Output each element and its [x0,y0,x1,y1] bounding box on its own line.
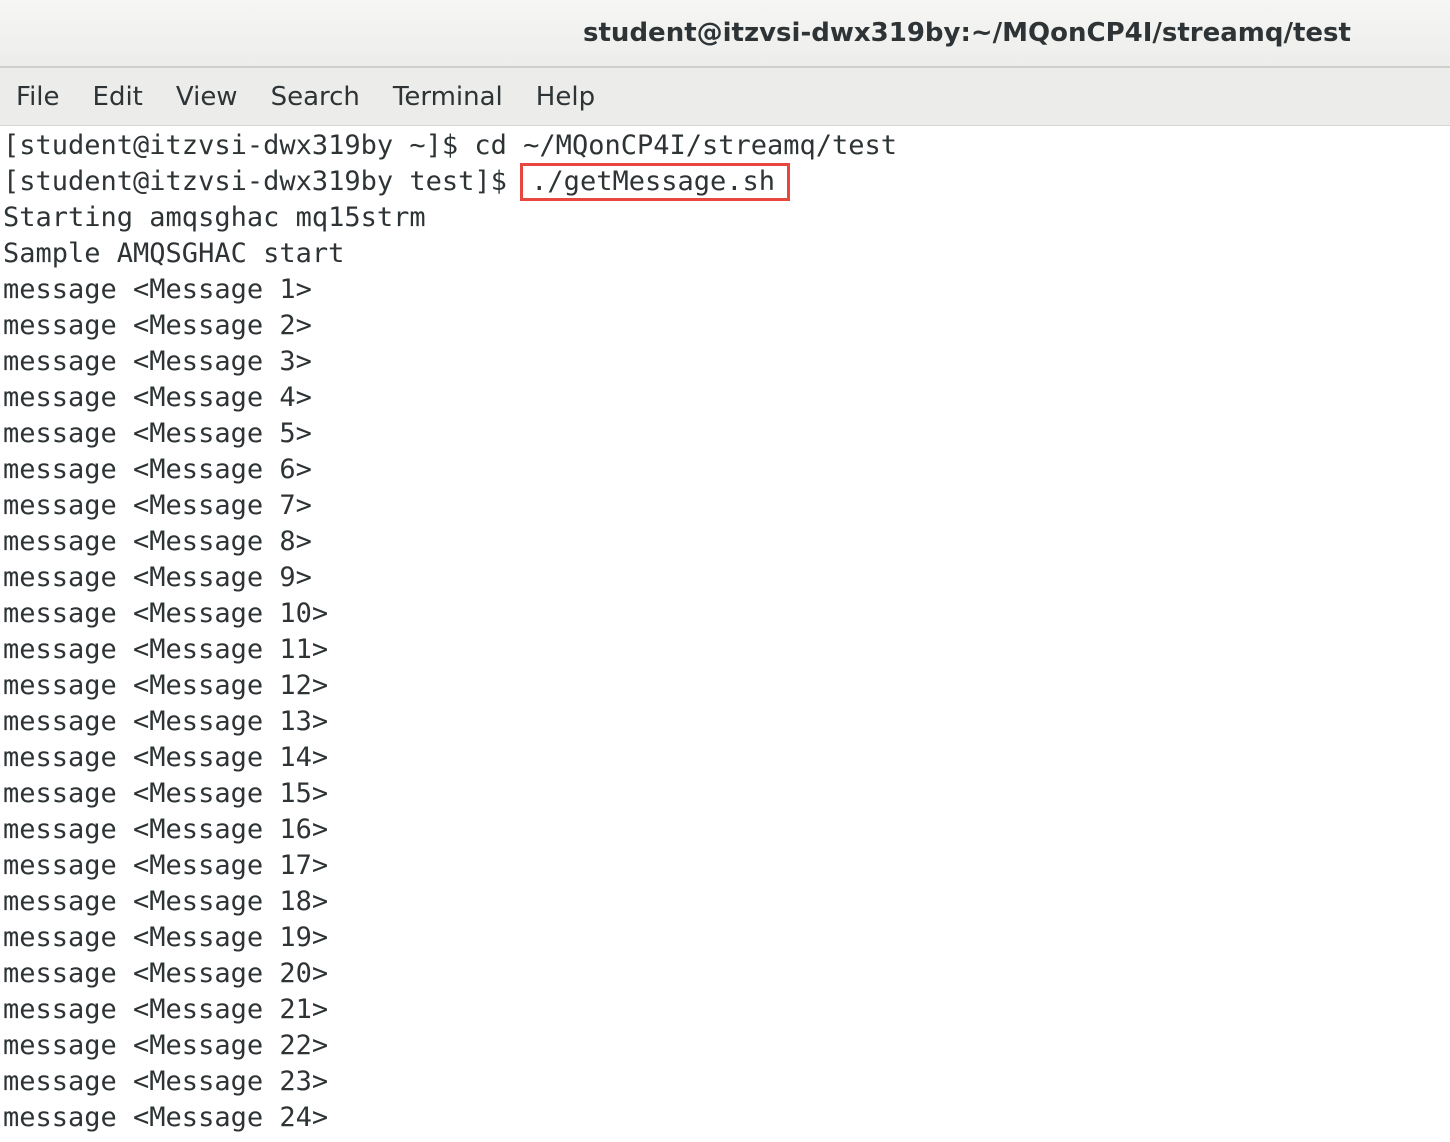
menu-bar: File Edit View Search Terminal Help [0,68,1450,126]
output-line: message <Message 19> [3,922,329,953]
output-line: message <Message 18> [3,886,329,917]
terminal-content[interactable]: [student@itzvsi-dwx319by ~]$ cd ~/MQonCP… [0,126,1450,1142]
highlighted-command: ./getMessage.sh [520,163,791,201]
menu-view[interactable]: View [176,82,238,112]
terminal-window: student@itzvsi-dwx319by:~/MQonCP4I/strea… [0,0,1450,1142]
output-line: message <Message 9> [3,562,312,593]
command-cd: cd ~/MQonCP4I/streamq/test [474,130,898,161]
menu-search[interactable]: Search [271,82,360,112]
terminal-line-cd: [student@itzvsi-dwx319by ~]$ cd ~/MQonCP… [3,128,897,164]
output-line: message <Message 24> [3,1102,329,1133]
output-line: message <Message 11> [3,634,329,665]
output-line: message <Message 13> [3,706,329,737]
output-line: message <Message 22> [3,1030,329,1061]
output-line: message <Message 14> [3,742,329,773]
title-bar[interactable]: student@itzvsi-dwx319by:~/MQonCP4I/strea… [0,0,1450,68]
output-line: message <Message 23> [3,1066,329,1097]
window-title: student@itzvsi-dwx319by:~/MQonCP4I/strea… [583,18,1351,48]
output-line: message <Message 8> [3,526,312,557]
output-line: message <Message 4> [3,382,312,413]
output-line: message <Message 20> [3,958,329,989]
output-line: Starting amqsghac mq15strm [3,202,426,233]
shell-prompt: [student@itzvsi-dwx319by test]$ [3,166,524,197]
terminal-line-getmessage: [student@itzvsi-dwx319by test]$ ./getMes… [3,163,791,201]
menu-terminal[interactable]: Terminal [393,82,503,112]
output-line: message <Message 3> [3,346,312,377]
output-line: Sample AMQSGHAC start [3,238,345,269]
output-line: message <Message 16> [3,814,329,845]
shell-prompt: [student@itzvsi-dwx319by ~]$ [3,130,475,161]
output-line: message <Message 5> [3,418,312,449]
menu-file[interactable]: File [16,82,60,112]
output-line: message <Message 21> [3,994,329,1025]
menu-help[interactable]: Help [536,82,595,112]
output-line: message <Message 15> [3,778,329,809]
output-line: message <Message 17> [3,850,329,881]
output-line: message <Message 7> [3,490,312,521]
menu-edit[interactable]: Edit [93,82,143,112]
output-line: message <Message 10> [3,598,329,629]
output-line: message <Message 6> [3,454,312,485]
output-line: message <Message 12> [3,670,329,701]
output-line: message <Message 2> [3,310,312,341]
output-line: message <Message 1> [3,274,312,305]
